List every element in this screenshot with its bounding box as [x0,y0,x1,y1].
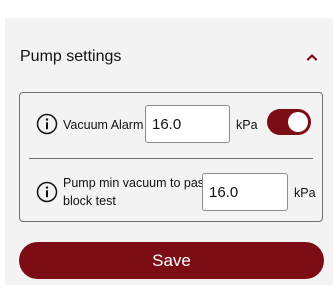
vacuum-alarm-toggle[interactable] [267,109,311,135]
pump-min-vacuum-label-line1: Pump min vacuum to pass [63,176,211,190]
toggle-knob [288,112,308,132]
info-icon[interactable] [36,181,58,203]
pump-min-vacuum-label-line2: block test [63,194,116,208]
pump-min-vacuum-unit: kPa [294,186,316,200]
pump-min-vacuum-input[interactable] [202,173,288,211]
divider [29,158,313,159]
vacuum-alarm-input[interactable] [145,105,230,143]
pump-settings-header[interactable]: Pump settings [20,46,320,68]
pump-settings-card: Vacuum Alarm kPa Pump min vacuum to pass… [19,92,323,222]
vacuum-alarm-label: Vacuum Alarm [63,118,144,132]
chevron-up-icon[interactable] [304,49,320,65]
save-button[interactable]: Save [19,242,324,279]
info-icon[interactable] [36,113,58,135]
section-title: Pump settings [20,48,122,65]
vacuum-alarm-unit: kPa [236,118,258,132]
